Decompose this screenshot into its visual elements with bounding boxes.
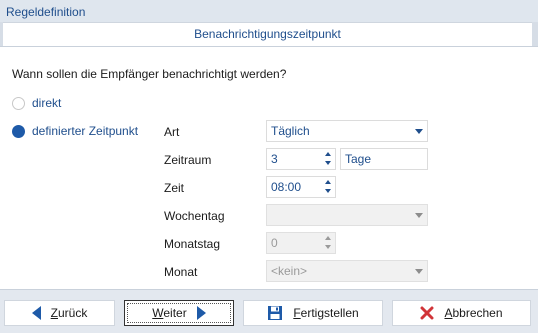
radio-definierter-zeitpunkt[interactable] xyxy=(12,124,25,138)
monatstag-label: Monatstag xyxy=(164,237,221,251)
spinner-icon[interactable] xyxy=(323,178,333,196)
next-button[interactable]: Weiter xyxy=(124,300,234,326)
zeit-label: Zeit xyxy=(164,181,185,195)
back-button[interactable]: Zurück xyxy=(4,300,115,326)
monat-value: <kein> xyxy=(271,264,308,278)
option-direkt[interactable]: direkt xyxy=(12,96,61,110)
art-dropdown[interactable]: Täglich xyxy=(266,120,428,142)
zeit-value: 08:00 xyxy=(271,180,302,194)
monatstag-stepper[interactable]: 0 xyxy=(266,232,336,254)
content-panel: Wann sollen die Empfänger benachrichtigt… xyxy=(0,46,538,289)
close-icon xyxy=(420,306,434,320)
arrow-left-icon xyxy=(31,306,41,320)
spinner-icon[interactable] xyxy=(323,234,333,252)
radio-direkt[interactable] xyxy=(12,96,25,110)
question-label: Wann sollen die Empfänger benachrichtigt… xyxy=(12,67,287,81)
option-definierter-zeitpunkt[interactable]: definierter Zeitpunkt xyxy=(12,124,138,138)
next-label: Weiter xyxy=(152,306,187,320)
finish-label: Fertigstellen xyxy=(293,306,359,320)
art-value: Täglich xyxy=(271,124,310,138)
art-label: Art xyxy=(164,125,180,139)
option-direkt-label: direkt xyxy=(32,96,62,110)
chevron-down-icon[interactable] xyxy=(415,213,423,218)
finish-button[interactable]: Fertigstellen xyxy=(243,300,383,326)
zeitraum-unit-field[interactable]: Tage xyxy=(340,148,428,170)
cancel-label: Abbrechen xyxy=(444,306,503,320)
button-bar: Zurück Weiter Fertigstellen Abbrechen xyxy=(0,289,538,333)
tab-benachrichtigungszeitpunkt[interactable]: Benachrichtigungszeitpunkt xyxy=(3,22,532,46)
wochentag-dropdown[interactable] xyxy=(266,204,428,226)
chevron-down-icon[interactable] xyxy=(415,129,423,134)
zeitraum-label: Zeitraum xyxy=(164,153,212,167)
zeit-stepper[interactable]: 08:00 xyxy=(266,176,336,198)
chevron-down-icon[interactable] xyxy=(415,269,423,274)
monat-label: Monat xyxy=(164,265,198,279)
zeitraum-value: 3 xyxy=(271,152,278,166)
option-definierter-zeitpunkt-label: definierter Zeitpunkt xyxy=(32,124,139,138)
monatstag-value: 0 xyxy=(271,236,278,250)
monat-dropdown[interactable]: <kein> xyxy=(266,260,428,282)
zeitraum-unit: Tage xyxy=(345,152,372,166)
arrow-right-icon xyxy=(196,306,206,320)
tab-strip: Benachrichtigungszeitpunkt xyxy=(0,22,538,46)
wochentag-label: Wochentag xyxy=(164,209,225,223)
save-icon xyxy=(268,306,283,320)
window-title: Regeldefinition xyxy=(0,0,538,22)
back-label: Zurück xyxy=(50,306,88,320)
spinner-icon[interactable] xyxy=(323,150,333,168)
zeitraum-stepper[interactable]: 3 xyxy=(266,148,336,170)
cancel-button[interactable]: Abbrechen xyxy=(392,300,531,326)
